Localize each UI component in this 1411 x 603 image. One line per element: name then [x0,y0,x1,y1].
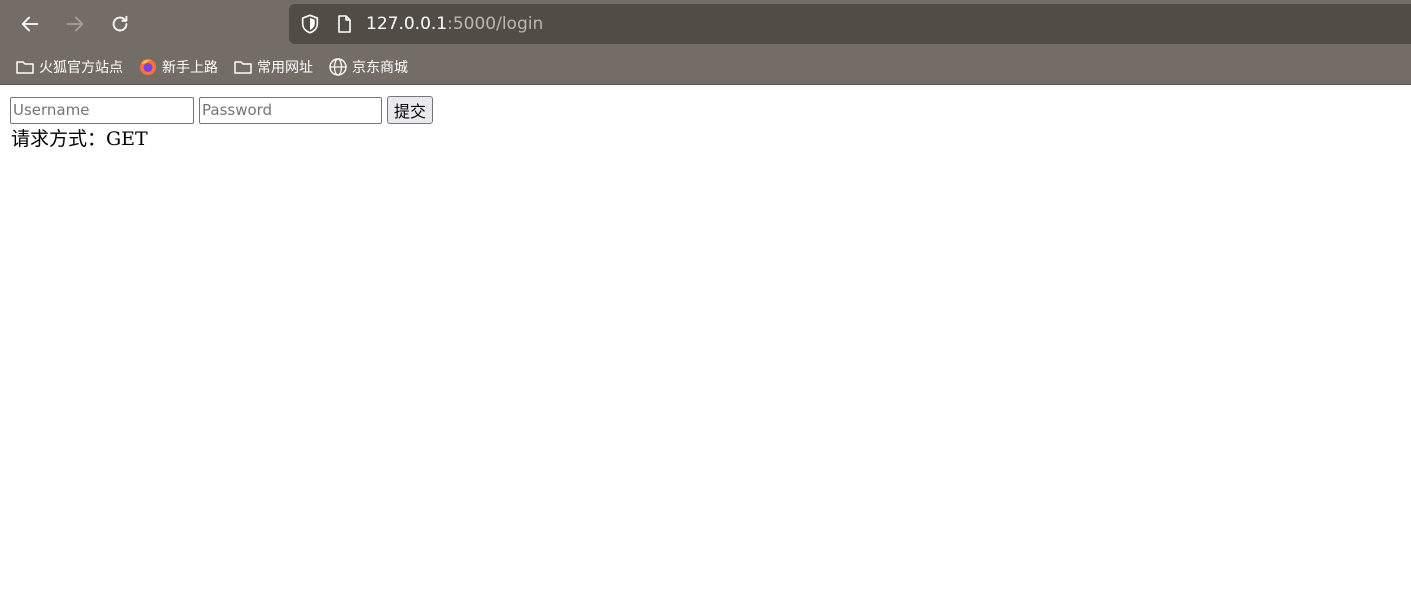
bookmark-label: 常用网址 [257,60,313,76]
login-form: 提交 [10,96,434,124]
back-button[interactable] [14,8,46,40]
globe-icon [328,57,348,77]
browser-chrome: 127.0.0.1:5000/login 火狐官方站点 新手上路 常用网址 京东… [0,0,1411,85]
bookmark-firefox-official[interactable]: 火狐官方站点 [15,53,123,81]
arrow-right-icon [66,16,84,32]
browser-toolbar: 127.0.0.1:5000/login [0,0,1411,48]
page-content: 提交 请求方式：GET [0,85,1411,603]
reload-icon [112,15,128,32]
reload-button[interactable] [104,8,136,40]
request-method-text: 请求方式：GET [11,128,148,150]
url-path: :5000/login [447,14,544,34]
url-host: 127.0.0.1 [366,14,448,34]
bookmark-label: 京东商城 [352,60,408,76]
page-icon[interactable] [334,14,354,34]
firefox-icon [138,57,158,77]
bookmark-common-sites[interactable]: 常用网址 [233,53,313,81]
forward-button[interactable] [59,8,91,40]
password-input[interactable] [199,96,382,124]
arrow-left-icon [21,16,39,32]
url-text[interactable]: 127.0.0.1:5000/login [366,13,543,35]
folder-icon [233,57,253,77]
bookmarks-toolbar: 火狐官方站点 新手上路 常用网址 京东商城 [0,52,1411,82]
username-input[interactable] [10,96,194,124]
bookmark-getting-started[interactable]: 新手上路 [138,53,218,81]
bookmark-label: 火狐官方站点 [39,60,123,76]
shield-icon[interactable] [299,13,321,35]
folder-icon [15,57,35,77]
submit-button[interactable]: 提交 [387,96,434,124]
url-bar[interactable]: 127.0.0.1:5000/login [289,4,1411,44]
bookmark-jd-mall[interactable]: 京东商城 [328,53,408,81]
bookmark-label: 新手上路 [162,60,218,76]
